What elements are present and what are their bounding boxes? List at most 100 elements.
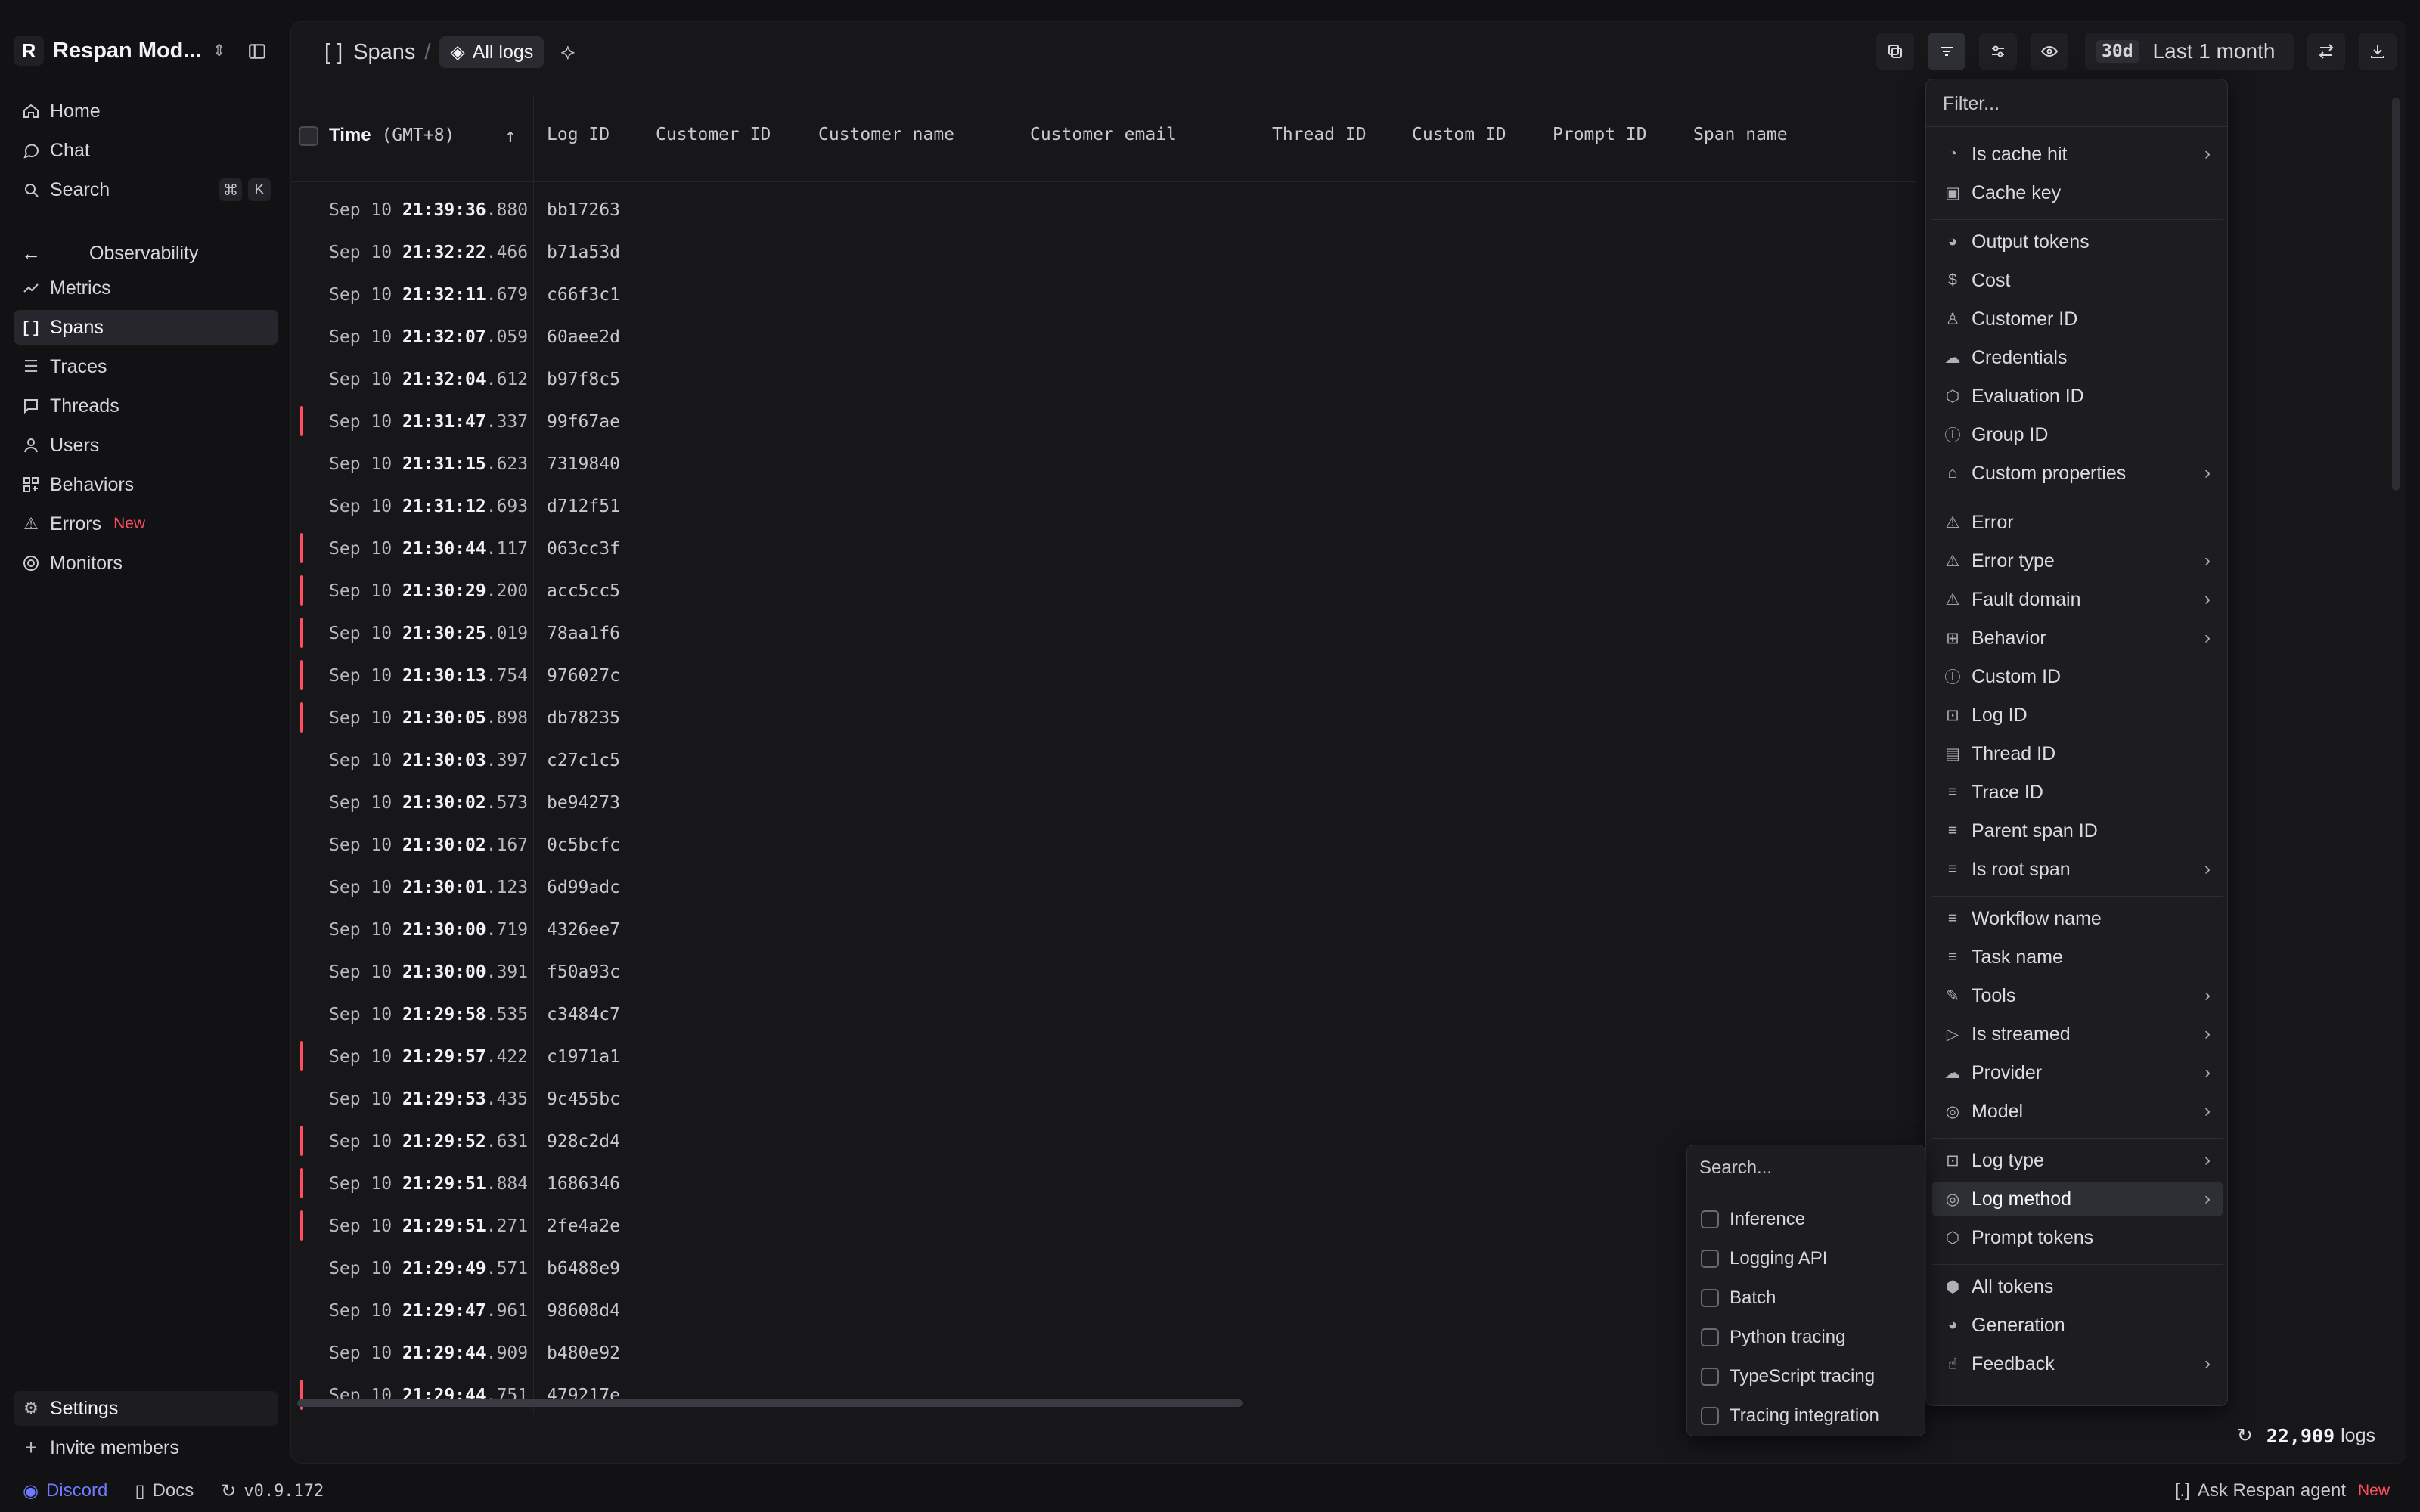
filter-item-tools[interactable]: ✎ Tools › (1932, 978, 2223, 1013)
checkbox[interactable] (1701, 1289, 1719, 1307)
filter-item-credentials[interactable]: ☁ Credentials (1932, 340, 2223, 375)
nav-behaviors[interactable]: Behaviors (14, 467, 278, 502)
log-method-option[interactable]: Batch (1701, 1281, 1776, 1315)
filter-item-feedback[interactable]: ☝ Feedback › (1932, 1346, 2223, 1381)
filter-item-error-type[interactable]: ⚠ Error type › (1932, 544, 2223, 578)
filter-item-cache-key[interactable]: ▣ Cache key (1932, 175, 2223, 210)
col-log-id[interactable]: Log ID (547, 125, 610, 144)
filter-item-output-tokens[interactable]: ◕ Output tokens (1932, 225, 2223, 259)
select-all-checkbox[interactable] (299, 126, 318, 146)
table-row[interactable]: Sep 10 21:29:52.631 928c2d4 (291, 1121, 1917, 1163)
filter-item-thread-id[interactable]: ▤ Thread ID (1932, 736, 2223, 771)
adjust-button[interactable] (1979, 33, 2017, 70)
filter-item-group-id[interactable]: ⓘ Group ID (1932, 417, 2223, 452)
checkbox[interactable] (1701, 1407, 1719, 1425)
log-method-option[interactable]: Python tracing (1701, 1321, 1845, 1354)
view-button[interactable] (2031, 33, 2068, 70)
date-range-picker[interactable]: 30d Last 1 month (2085, 33, 2294, 70)
table-row[interactable]: Sep 10 21:30:13.754 976027c (291, 655, 1917, 698)
table-row[interactable]: Sep 10 21:31:47.337 99f67ae (291, 401, 1917, 444)
table-row[interactable]: Sep 10 21:30:25.019 78aa1f6 (291, 613, 1917, 655)
nav-errors[interactable]: ⚠ Errors New (14, 507, 278, 541)
table-row[interactable]: Sep 10 21:32:04.612 b97f8c5 (291, 359, 1917, 401)
horizontal-scrollbar[interactable] (297, 1399, 1243, 1407)
col-customer-id[interactable]: Customer ID (656, 125, 771, 144)
col-custom-id[interactable]: Custom ID (1412, 125, 1506, 144)
nav-metrics[interactable]: Metrics (14, 271, 278, 305)
nav-threads[interactable]: Threads (14, 389, 278, 423)
log-method-option[interactable]: Inference (1701, 1203, 1805, 1236)
copy-button[interactable] (1876, 33, 1914, 70)
nav-users[interactable]: Users (14, 428, 278, 463)
arrow-left-icon[interactable]: ← (21, 242, 44, 265)
filter-search-input[interactable]: Filter... (1943, 93, 2000, 115)
filter-item-trace-id[interactable]: ≡ Trace ID (1932, 775, 2223, 810)
filter-item-is-root-span[interactable]: ≡ Is root span › (1932, 852, 2223, 887)
table-row[interactable]: Sep 10 21:29:44.751 479217e (291, 1375, 1917, 1418)
filter-item-is-streamed[interactable]: ▷ Is streamed › (1932, 1017, 2223, 1052)
compare-button[interactable] (2307, 33, 2345, 70)
version-info[interactable]: ↻ v0.9.172 (221, 1480, 324, 1502)
nav-chat[interactable]: Chat (14, 133, 278, 168)
table-row[interactable]: Sep 10 21:31:12.693 d712f51 (291, 486, 1917, 528)
refresh-icon[interactable]: ↻ (2237, 1424, 2253, 1447)
table-row[interactable]: Sep 10 21:30:29.200 acc5cc5 (291, 571, 1917, 613)
filter-item-log-method[interactable]: ◎ Log method › (1932, 1182, 2223, 1216)
table-row[interactable]: Sep 10 21:30:01.123 6d99adc (291, 867, 1917, 909)
nav-invite[interactable]: + Invite members (14, 1430, 278, 1465)
log-method-search-input[interactable]: Search... (1699, 1157, 1772, 1179)
table-row[interactable]: Sep 10 21:30:03.397 c27c1c5 (291, 740, 1917, 782)
col-customer-name[interactable]: Customer name (818, 125, 954, 144)
sort-arrow-up-icon[interactable]: ↑ (504, 125, 517, 147)
table-row[interactable]: Sep 10 21:30:44.117 063cc3f (291, 528, 1917, 571)
ask-agent-button[interactable]: [.] Ask Respan agent New (2175, 1480, 2390, 1501)
col-prompt-id[interactable]: Prompt ID (1553, 125, 1647, 144)
filter-item-generation[interactable]: ◕ Generation (1932, 1308, 2223, 1343)
filter-item-is-cache-hit[interactable]: ◔ Is cache hit › (1932, 137, 2223, 172)
filter-item-model[interactable]: ◎ Model › (1932, 1094, 2223, 1129)
filter-item-log-id[interactable]: ⊡ Log ID (1932, 698, 2223, 733)
table-row[interactable]: Sep 10 21:30:02.573 be94273 (291, 782, 1917, 825)
filter-item-behavior[interactable]: ⊞ Behavior › (1932, 621, 2223, 655)
table-row[interactable]: Sep 10 21:30:02.167 0c5bcfc (291, 825, 1917, 867)
table-row[interactable]: Sep 10 21:39:36.880 bb17263 (291, 190, 1917, 232)
nav-traces[interactable]: ☰ Traces (14, 349, 278, 384)
nav-spans[interactable]: [ ] Spans (14, 310, 278, 345)
table-row[interactable]: Sep 10 21:29:51.884 1686346 (291, 1163, 1917, 1206)
table-row[interactable]: Sep 10 21:30:05.898 db78235 (291, 698, 1917, 740)
table-row[interactable]: Sep 10 21:32:07.059 60aee2d (291, 317, 1917, 359)
table-row[interactable]: Sep 10 21:29:51.271 2fe4a2e (291, 1206, 1917, 1248)
filter-item-custom-properties[interactable]: ⌂ Custom properties › (1932, 456, 2223, 491)
filter-item-cost[interactable]: $ Cost (1932, 263, 2223, 298)
filter-item-task-name[interactable]: ≡ Task name (1932, 940, 2223, 974)
col-span-name[interactable]: Span name (1693, 125, 1788, 144)
table-row[interactable]: Sep 10 21:29:47.961 98608d4 (291, 1290, 1917, 1333)
col-customer-email[interactable]: Customer email (1030, 125, 1177, 144)
checkbox[interactable] (1701, 1368, 1719, 1386)
table-row[interactable]: Sep 10 21:29:57.422 c1971a1 (291, 1036, 1917, 1079)
filter-item-provider[interactable]: ☁ Provider › (1932, 1055, 2223, 1090)
table-row[interactable]: Sep 10 21:30:00.719 4326ee7 (291, 909, 1917, 952)
checkbox[interactable] (1701, 1210, 1719, 1228)
sidebar-toggle-button[interactable] (242, 36, 272, 67)
observability-header[interactable]: ← Observability (21, 236, 199, 271)
log-method-option[interactable]: Logging API (1701, 1242, 1827, 1275)
layers-switch-icon[interactable]: ⟡ (560, 40, 575, 65)
table-row[interactable]: Sep 10 21:29:49.571 b6488e9 (291, 1248, 1917, 1290)
filter-item-prompt-tokens[interactable]: ⬡ Prompt tokens (1932, 1220, 2223, 1255)
workspace-switcher[interactable]: R Respan Mod... ⇕ (14, 33, 277, 68)
discord-link[interactable]: ◉ Discord (23, 1480, 107, 1502)
download-button[interactable] (2359, 33, 2397, 70)
col-thread-id[interactable]: Thread ID (1272, 125, 1367, 144)
docs-link[interactable]: ▯ Docs (135, 1480, 194, 1502)
log-method-option[interactable]: TypeScript tracing (1701, 1360, 1875, 1393)
table-row[interactable]: Sep 10 21:29:44.909 b480e92 (291, 1333, 1917, 1375)
filter-item-evaluation-id[interactable]: ⬡ Evaluation ID (1932, 379, 2223, 414)
breadcrumb-spans[interactable]: Spans (353, 40, 415, 65)
filter-item-fault-domain[interactable]: ⚠ Fault domain › (1932, 582, 2223, 617)
filter-item-custom-id[interactable]: ⓘ Custom ID (1932, 659, 2223, 694)
filter-item-workflow-name[interactable]: ≡ Workflow name (1932, 901, 2223, 936)
filter-item-error[interactable]: ⚠ Error (1932, 505, 2223, 540)
table-row[interactable]: Sep 10 21:30:00.391 f50a93c (291, 952, 1917, 994)
nav-search[interactable]: Search ⌘ K (14, 172, 278, 207)
